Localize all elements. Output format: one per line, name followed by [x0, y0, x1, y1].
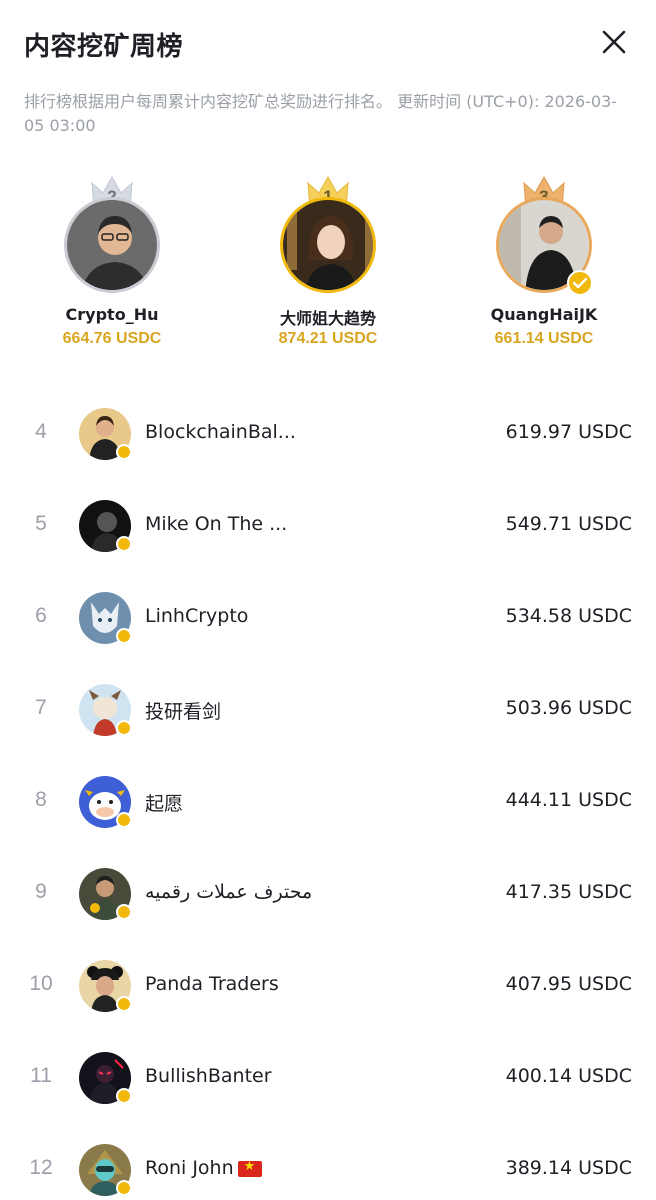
rank-number: 5 [35, 512, 47, 535]
user-name: BlockchainBal... [145, 421, 296, 443]
user-name: LinhCrypto [145, 605, 249, 627]
verified-badge-icon [116, 1180, 132, 1196]
rank-number: 9 [35, 880, 47, 903]
user-amount: 444.11 USDC [505, 789, 632, 811]
header: 内容挖矿周榜 [0, 0, 656, 84]
leaderboard-description: 排行榜根据用户每周累计内容挖矿总奖励进行排名。 更新时间 (UTC+0): 20… [24, 92, 618, 135]
rank-number: 11 [30, 1064, 52, 1087]
verified-badge-icon [116, 628, 132, 644]
user-name: BullishBanter [145, 1065, 272, 1087]
avatar[interactable] [64, 197, 160, 293]
avatar[interactable] [280, 197, 376, 293]
list-item[interactable]: 6 LinhCrypto 534.58 USDC [0, 572, 656, 664]
close-icon[interactable] [596, 24, 632, 60]
verified-badge-icon [116, 812, 132, 828]
podium: 2 Crypto_Hu 664.76 USDC 1 大师姐大趋势 874.21 … [0, 175, 656, 365]
podium-amount: 874.21 USDC [278, 330, 378, 347]
list-item[interactable]: 4 BlockchainBal... 619.97 USDC [0, 388, 656, 480]
user-name: 投研看剑 [145, 701, 222, 723]
user-name: Panda Traders [145, 973, 279, 995]
user-name: Mike On The ... [145, 513, 288, 535]
rank-number: 7 [35, 696, 47, 719]
podium-name: 大师姐大趋势 [279, 309, 376, 328]
rank-number: 12 [29, 1156, 53, 1179]
rank-number: 4 [35, 420, 47, 443]
verified-badge-icon [116, 444, 132, 460]
podium-amount: 664.76 USDC [62, 330, 162, 347]
verified-badge-icon [116, 536, 132, 552]
user-amount: 407.95 USDC [505, 973, 632, 995]
podium-first[interactable]: 1 大师姐大趋势 874.21 USDC [228, 175, 428, 365]
list-item[interactable]: 12 Roni John 389.14 USDC [0, 1124, 656, 1200]
podium-name: QuangHaiJK [490, 305, 598, 324]
podium-second[interactable]: 2 Crypto_Hu 664.76 USDC [12, 175, 212, 365]
vietnam-flag-icon [237, 1159, 262, 1177]
podium-amount: 661.14 USDC [494, 330, 594, 347]
verified-badge-icon [116, 996, 132, 1012]
list-item[interactable]: 8 起愿 444.11 USDC [0, 756, 656, 848]
user-amount: 619.97 USDC [505, 421, 632, 443]
user-amount: 549.71 USDC [505, 513, 632, 535]
podium-name: Crypto_Hu [65, 305, 159, 324]
user-amount: 534.58 USDC [505, 605, 632, 627]
user-amount: 389.14 USDC [505, 1157, 632, 1179]
user-amount: 400.14 USDC [505, 1065, 632, 1087]
rank-number: 8 [35, 788, 47, 811]
user-amount: 417.35 USDC [505, 881, 632, 903]
list-item[interactable]: 5 Mike On The ... 549.71 USDC [0, 480, 656, 572]
verified-badge-icon [567, 270, 593, 296]
verified-badge-icon [116, 1088, 132, 1104]
list-item[interactable]: 11 BullishBanter 400.14 USDC [0, 1032, 656, 1124]
list-item[interactable]: 9 محترف عملات رقميه 417.35 USDC [0, 848, 656, 940]
rank-number: 10 [29, 972, 53, 995]
rank-number: 6 [35, 604, 47, 627]
user-name: محترف عملات رقميه [145, 881, 313, 903]
verified-badge-icon [116, 720, 132, 736]
user-name: Roni John [145, 1157, 262, 1179]
user-amount: 503.96 USDC [505, 697, 632, 719]
user-name: 起愿 [145, 793, 184, 815]
close-button[interactable] [596, 24, 632, 60]
list-item[interactable]: 7 投研看剑 503.96 USDC [0, 664, 656, 756]
podium-third[interactable]: 3 QuangHaiJK 661.14 USDC [444, 175, 644, 365]
verified-badge-icon [116, 904, 132, 920]
list-item[interactable]: 10 Panda Traders 407.95 USDC [0, 940, 656, 1032]
page-title: 内容挖矿周榜 [24, 32, 184, 62]
